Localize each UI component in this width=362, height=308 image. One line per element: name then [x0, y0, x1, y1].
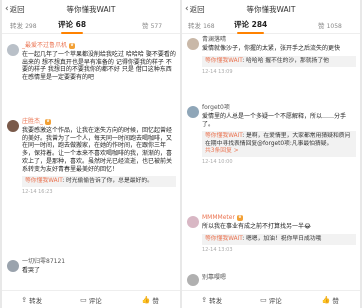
reply-username[interactable]: 等你懂我WAIT — [205, 133, 242, 139]
page-title: 等你懂我WAIT — [246, 5, 296, 14]
like-label: 赞 — [152, 296, 159, 305]
reply-username[interactable]: 等你懂我WAIT — [205, 58, 242, 64]
repost-button[interactable]: ⇪ 转发 — [182, 291, 241, 308]
comment-icon: ▭ — [80, 295, 87, 304]
comment-username[interactable]: 庄胜杰_ ♛ — [22, 118, 176, 126]
tab-count: 1058 — [326, 23, 342, 30]
page-title: 等你懂我WAIT — [66, 5, 116, 14]
timestamp: 12-14 13:03 — [202, 246, 233, 253]
like-button[interactable]: 👍 赞 — [121, 291, 180, 308]
like-button[interactable]: 👍 赞 — [301, 291, 360, 308]
repost-label: 转发 — [29, 296, 43, 305]
author-reply[interactable]: 等你懂我WAIT: 是啊，在爱情里，大家都常用猜疑和质问 在期中寻找表情回复@f… — [202, 131, 356, 158]
tab-count: 577 — [150, 23, 163, 30]
author-reply[interactable]: 等你懂我WAIT: 哈哈哈 握不住的沙，那就扬了他 — [202, 55, 356, 67]
timestamp: 12-14 13:09 — [202, 68, 233, 75]
author-reply[interactable]: 等你懂我WAIT: 嗯嗯，加油！祝你早日成功哦 — [202, 233, 356, 245]
thumbs-up-icon: 👍 — [321, 295, 331, 304]
avatar[interactable] — [187, 274, 199, 286]
tab-label: 评论 — [58, 20, 73, 29]
avatar[interactable] — [7, 260, 19, 272]
comment-text: 爱情里的人总是一个多疑一个不愿解释，所以……分手了。 — [202, 113, 347, 128]
tab-likes[interactable]: 赞 577 — [142, 20, 162, 30]
comment-text: 爱情就像沙子，你握的太紧，张开手之后流失的更快 — [202, 45, 341, 52]
comment-text: 看哭了 — [22, 267, 41, 274]
reply-text: 嗯嗯，加油！祝你早日成功哦 — [245, 235, 322, 242]
tab-count: 168 — [203, 23, 215, 30]
comment-username[interactable]: 青澜落晴 — [202, 36, 356, 44]
username-text: 别靠嘤嗯 — [202, 274, 227, 281]
tab-label: 转发 — [10, 22, 23, 30]
top-bar: ‹ 返回 等你懂我WAIT — [2, 0, 180, 18]
comment-username[interactable]: forget0项 — [202, 104, 356, 112]
comment-text: 所以我在事业有成之前不打算找另一半😂 — [202, 223, 312, 230]
tab-repost[interactable]: 转发 298 — [10, 20, 37, 30]
avatar[interactable] — [187, 106, 199, 118]
tab-label: 评论 — [234, 20, 249, 29]
bottom-action-bar: ⇪ 转发 ▭ 评论 👍 赞 — [182, 290, 360, 308]
comment-username[interactable]: 一切归零87121 — [22, 258, 176, 266]
comment-label: 评论 — [88, 296, 102, 305]
tab-comments[interactable]: 评论 68 — [58, 19, 87, 34]
tab-label: 赞 — [142, 22, 149, 30]
tab-bar: 转发 298 评论 68 赞 577 — [2, 18, 180, 34]
tab-comments[interactable]: 评论 284 — [234, 19, 268, 34]
reply-username[interactable]: 等你懂我WAIT — [205, 236, 242, 242]
username-text: forget0项 — [202, 104, 230, 111]
comment-text: 在一起几年了一个苹果都没削给我吃过 哈哈哈 娶不要看的出来的 想不想真开也是早有… — [22, 51, 176, 82]
tab-label: 赞 — [318, 22, 325, 30]
right-screen: ‹ 返回 等你懂我WAIT 转发 168 评论 284 赞 1058 青澜落晴 … — [182, 0, 360, 308]
more-replies-link[interactable]: 共3条回复 > — [205, 148, 353, 155]
author-reply[interactable]: 等你懂我WAIT: 时光偷偷告诉了你，总是最好的。 — [22, 176, 176, 188]
bottom-action-bar: ⇪ 转发 ▭ 评论 👍 赞 — [2, 290, 180, 308]
avatar[interactable] — [7, 44, 19, 56]
repost-label: 转发 — [209, 296, 223, 305]
repost-icon: ⇪ — [201, 295, 208, 304]
vip-badge-icon: ♛ — [45, 119, 52, 125]
avatar[interactable] — [7, 120, 19, 132]
avatar[interactable] — [187, 38, 199, 50]
tab-count: 284 — [251, 20, 268, 29]
reply-username[interactable]: 等你懂我WAIT — [25, 178, 62, 184]
comment-username[interactable]: 别靠嘤嗯 — [202, 274, 356, 282]
timestamp: 12-14 10:00 — [202, 159, 233, 166]
comment-username[interactable]: _最爱不过鲁爪机 ♛ — [22, 42, 176, 50]
repost-button[interactable]: ⇪ 转发 — [2, 291, 61, 308]
vip-badge-icon: ♛ — [69, 43, 76, 49]
vip-badge-icon: ♛ — [236, 215, 243, 221]
repost-icon: ⇪ — [21, 295, 28, 304]
reply-text: 是啊，在爱情里，大家都常用猜疑和质问 — [245, 133, 351, 140]
avatar[interactable] — [187, 216, 199, 228]
tab-repost[interactable]: 转发 168 — [188, 20, 215, 30]
left-screen: ‹ 返回 等你懂我WAIT 转发 298 评论 68 赞 577 _最爱不过鲁爪… — [2, 0, 180, 308]
username-text: 庄胜杰_ — [22, 118, 44, 125]
reply-text: 时光偷偷告诉了你，总是最好的。 — [65, 178, 153, 185]
top-bar: ‹ 返回 等你懂我WAIT — [182, 0, 360, 18]
tab-bar: 转发 168 评论 284 赞 1058 — [182, 18, 360, 34]
reply-text: 在期中寻找表情回复@forget0项:凡事最怕猜疑。 — [205, 140, 333, 147]
thumbs-up-icon: 👍 — [141, 295, 151, 304]
comment-button[interactable]: ▭ 评论 — [241, 291, 300, 308]
tab-likes[interactable]: 赞 1058 — [318, 20, 342, 30]
comment-button[interactable]: ▭ 评论 — [61, 291, 120, 308]
tab-label: 转发 — [188, 22, 201, 30]
username-text: _最爱不过鲁爪机 — [22, 42, 68, 49]
tab-count: 298 — [25, 23, 37, 30]
like-label: 赞 — [332, 296, 339, 305]
comment-username[interactable]: MMMMeter ♛ — [202, 214, 356, 222]
username-text: 一切归零87121 — [22, 258, 66, 265]
tab-count: 68 — [75, 20, 87, 29]
comment-label: 评论 — [268, 296, 282, 305]
username-text: 青澜落晴 — [202, 36, 227, 43]
comment-icon: ▭ — [260, 295, 267, 304]
comment-text: 我要感激这个作品，让我在迷失方向的时候，回忆起曾经的美好。我曾为了一个人，每天同… — [22, 127, 173, 173]
username-text: MMMMeter — [202, 214, 235, 221]
reply-text: 哈哈哈 握不住的沙，那就扬了他 — [245, 57, 329, 64]
timestamp: 12-14 16:23 — [22, 189, 53, 196]
